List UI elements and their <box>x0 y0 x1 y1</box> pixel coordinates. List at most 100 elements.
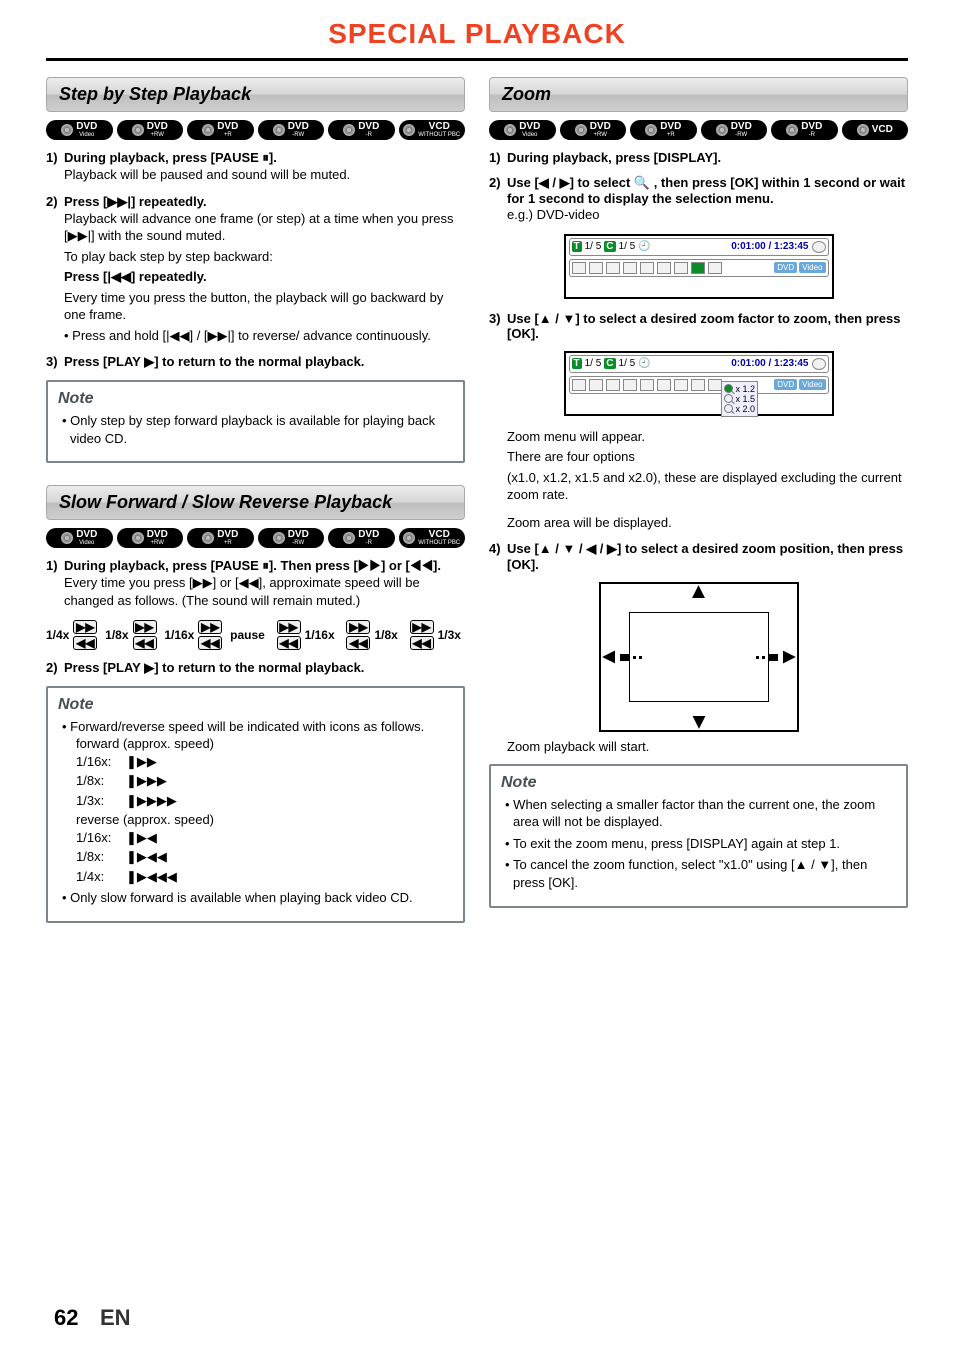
ff-icon: ▶▶ <box>73 620 97 634</box>
osd-chip <box>708 379 722 391</box>
osd-time: 0:01:00 / 1:23:45 <box>731 241 808 252</box>
note-item: To exit the zoom menu, press [DISPLAY] a… <box>509 835 896 853</box>
ff-icon: ▶▶ <box>346 620 370 634</box>
zoom-option: x 1.2 <box>736 384 756 394</box>
arrow-up-icon: ▲ <box>688 578 710 604</box>
step-num: 1) <box>489 150 507 165</box>
speed-row-icon: ❚▶▶▶▶ <box>134 792 177 810</box>
speed-label: 1/16x <box>305 628 335 642</box>
osd-chip <box>674 262 688 274</box>
disc-badge: DVD+R <box>630 120 697 140</box>
rw-icon: ◀◀ <box>198 636 222 650</box>
zoom-step3-head: Use [▲ / ▼] to select a desired zoom fac… <box>507 311 908 341</box>
osd-val: 1/ 5 <box>619 241 636 252</box>
note-box-zoom: Note When selecting a smaller factor tha… <box>489 764 908 908</box>
disc-badge: DVD-R <box>328 120 395 140</box>
disc-badge: DVDVideo <box>46 528 113 548</box>
section-step-by-step: Step by Step Playback <box>46 77 465 112</box>
speed-row-label: 1/8x: <box>84 848 124 866</box>
step-num: 3) <box>489 311 507 341</box>
zoom-step4-head: Use [▲ / ▼ / ◀ / ▶] to select a desired … <box>507 541 908 572</box>
note-item: To cancel the zoom function, select "x1.… <box>509 856 896 891</box>
title-underline <box>46 58 908 61</box>
disc-icon <box>575 124 587 136</box>
zoom-option: x 1.5 <box>736 394 756 404</box>
osd-chip <box>589 379 603 391</box>
step-num: 4) <box>489 541 507 572</box>
speed-row-icon: ❚▶◀◀ <box>134 848 167 866</box>
osd-val: 1/ 5 <box>585 241 602 252</box>
note-item: Only step by step forward playback is av… <box>66 412 453 447</box>
page-lang: EN <box>100 1305 131 1331</box>
clock-icon: 🕘 <box>638 241 650 252</box>
ff-icon: ▶▶ <box>198 620 222 634</box>
step-num: 2) <box>46 194 64 210</box>
speed-row-icon: ❚▶◀ <box>134 829 157 847</box>
note-item: Only slow forward is available when play… <box>66 889 453 907</box>
note-box-stepbystep: Note Only step by step forward playback … <box>46 380 465 463</box>
step-num: 1) <box>46 558 64 574</box>
step2-head: Press [▶▶|] repeatedly. <box>64 194 207 210</box>
note-title: Note <box>58 696 453 714</box>
disc-icon <box>273 532 285 544</box>
osd-chip <box>572 379 586 391</box>
ff-icon: ▶▶ <box>410 620 434 634</box>
rw-icon: ◀◀ <box>410 636 434 650</box>
note-title: Note <box>501 774 896 792</box>
osd-media-pill: DVDVideo <box>774 379 825 390</box>
magnifier-icon <box>724 404 733 413</box>
note-title: Note <box>58 390 453 408</box>
speed-label: pause <box>230 628 265 642</box>
disc-row-slow: DVDVideo DVD+RW DVD+R DVD-RW DVD-R VCDWI… <box>46 528 465 548</box>
osd-time: 0:01:00 / 1:23:45 <box>731 358 808 369</box>
rw-icon: ◀◀ <box>277 636 301 650</box>
speed-label: 1/8x <box>105 628 128 642</box>
disc-badge: DVD+RW <box>117 528 184 548</box>
zoom-s3-text: Zoom menu will appear. <box>507 428 908 446</box>
zoom-s3-text: There are four options <box>507 448 908 466</box>
speed-row-icon: ❚▶▶ <box>134 753 157 771</box>
osd-val: 1/ 5 <box>585 358 602 369</box>
step2-body: Press [|◀◀] repeatedly. <box>64 268 465 286</box>
osd-chip <box>623 379 637 391</box>
disc-badge: DVD+RW <box>117 120 184 140</box>
step3-head: Press [PLAY ▶] to return to the normal p… <box>64 354 364 370</box>
section-zoom: Zoom <box>489 77 908 112</box>
speed-row-label: 1/8x: <box>84 772 124 790</box>
osd-preview-1: T 1/ 5 C 1/ 5 🕘 0:01:00 / 1:23:45 DVDVid… <box>564 234 834 299</box>
disc-badge: DVD+R <box>187 528 254 548</box>
disc-badge: DVD-RW <box>258 528 325 548</box>
disc-status-icon <box>812 241 826 253</box>
right-column: Zoom DVDVideo DVD+RW DVD+R DVD-RW DVD-R … <box>489 77 908 923</box>
clock-icon: 🕘 <box>638 358 650 369</box>
slow-step1-body: Every time you press [▶▶] or [◀◀], appro… <box>64 574 465 609</box>
speed-label: 1/8x <box>374 628 397 642</box>
disc-row-stepbystep: DVDVideo DVD+RW DVD+R DVD-RW DVD-R VCDWI… <box>46 120 465 140</box>
rev-label: reverse (approx. speed) <box>84 811 453 829</box>
step1-head: During playback, press [PAUSE ⏸]. <box>64 150 277 166</box>
disc-badge: DVD-RW <box>258 120 325 140</box>
osd-chip <box>640 379 654 391</box>
speed-row-label: 1/16x: <box>84 829 124 847</box>
speed-row-icon: ❚▶◀◀◀ <box>134 868 177 886</box>
osd-t-pill: T <box>572 241 582 252</box>
osd-chip <box>606 262 620 274</box>
zoom-eg: e.g.) DVD-video <box>507 206 908 224</box>
zoom-position-diagram: ▲ ▲ ▲ ▲ <box>599 582 799 732</box>
left-column: Step by Step Playback DVDVideo DVD+RW DV… <box>46 77 465 923</box>
zoom-options-panel: x 1.2 x 1.5 x 2.0 <box>721 381 759 417</box>
slow-step1-head: During playback, press [PAUSE ⏸]. Then p… <box>64 558 441 574</box>
magnifier-icon <box>691 262 705 274</box>
disc-badge: DVD+RW <box>560 120 627 140</box>
slow-speed-diagram: 1/4x▶▶◀◀ 1/8x▶▶◀◀ 1/16x▶▶◀◀ pause ▶▶◀◀1/… <box>46 620 465 650</box>
osd-chip <box>606 379 620 391</box>
osd-t-pill: T <box>572 358 582 369</box>
speed-row-icon: ❚▶▶▶ <box>134 772 167 790</box>
disc-badge: DVDVideo <box>489 120 556 140</box>
disc-icon <box>403 532 415 544</box>
step-num: 3) <box>46 354 64 370</box>
step2-body: • Press and hold [|◀◀] / [▶▶|] to revers… <box>64 327 465 345</box>
rw-icon: ◀◀ <box>346 636 370 650</box>
osd-chip <box>691 379 705 391</box>
magnifier-icon <box>724 394 733 403</box>
